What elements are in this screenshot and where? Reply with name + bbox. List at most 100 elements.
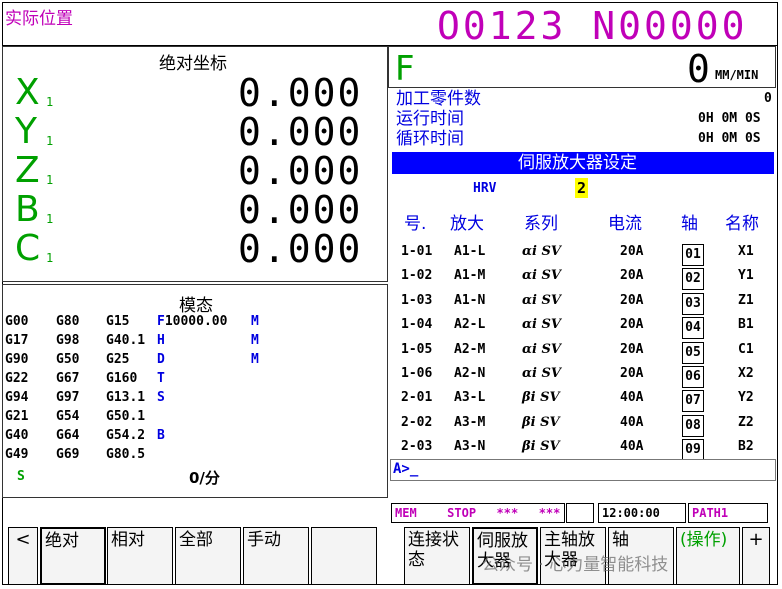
servo-axis-field[interactable]: 08: [682, 414, 704, 437]
servo-series: αi SV: [522, 268, 561, 284]
axis-row: Z 1 0.000: [15, 152, 385, 191]
servo-amp: A3-L: [454, 390, 486, 406]
servo-axis-field[interactable]: 04: [682, 317, 704, 340]
hrv-value[interactable]: 2: [575, 178, 588, 198]
run-time-label: 运行时间: [396, 109, 464, 129]
modal-cell: G98: [56, 333, 80, 348]
modal-cell: G67: [56, 371, 80, 386]
servo-axis-field[interactable]: 09: [682, 439, 704, 462]
servo-amp: A1-M: [454, 268, 486, 284]
softkey-handle[interactable]: 手动: [243, 527, 309, 585]
modal-cell: G40: [5, 428, 29, 443]
modal-row: G40 G64 G54.2 B: [3, 427, 383, 445]
col-series: 系列: [524, 214, 558, 234]
servo-axis-name: B2: [738, 439, 754, 455]
modal-cell: G90: [5, 352, 29, 367]
col-amp: 放大: [450, 214, 484, 234]
servo-series: αi SV: [522, 244, 561, 259]
axis-value: 0.000: [238, 110, 363, 154]
softkey-absolute[interactable]: 绝对: [40, 527, 106, 585]
modal-cell: G40.1: [106, 333, 146, 348]
input-line-box[interactable]: [390, 459, 776, 481]
softkey-operation[interactable]: (操作): [676, 527, 740, 585]
servo-axis-name: C1: [738, 341, 754, 357]
modal-f-value: 10000.00: [164, 314, 228, 329]
status-mode: MEM STOP *** ***: [391, 503, 565, 523]
modal-row: G90 G50 G25 D M: [3, 351, 383, 369]
abs-coord-panel: 绝对坐标 X 1 0.000 Y 1 0.000 Z 1 0.000 B 1 0.000 C 1 0.000: [2, 46, 388, 282]
axis-row: C 1 0.000: [15, 230, 385, 269]
servo-current: 20A: [620, 268, 644, 284]
servo-current: 20A: [620, 366, 644, 381]
servo-axis-field[interactable]: 01: [682, 244, 704, 266]
servo-row: 2-03 A3-N βi SV 40A 09 B2: [392, 435, 774, 462]
servo-axis-field[interactable]: 05: [682, 341, 704, 364]
feed-unit: MM/MIN: [715, 68, 759, 82]
modal-cell: G50: [56, 352, 80, 367]
softkey-blank[interactable]: [311, 527, 377, 585]
axis-subscript: 1: [46, 173, 54, 187]
axis-subscript: 1: [46, 134, 54, 148]
servo-row: 1-02 A1-M αi SV 20A 02 Y1: [392, 264, 774, 291]
modal-cell: D: [157, 352, 165, 367]
servo-row: 1-04 A2-L αi SV 20A 04 B1: [392, 313, 774, 340]
softkey-connection-status[interactable]: 连接状态: [404, 527, 470, 585]
axis-row: B 1 0.000: [15, 191, 385, 230]
spindle-s-label: S: [17, 469, 25, 484]
servo-axis-name: Y1: [738, 268, 754, 284]
parts-count-value: 0: [764, 91, 772, 106]
softkey-next[interactable]: +: [742, 527, 770, 585]
servo-title: 伺服放大器设定: [518, 153, 637, 173]
servo-axis-name: Z1: [738, 292, 754, 308]
modal-cell: B: [157, 428, 165, 443]
servo-axis-field[interactable]: 03: [682, 292, 704, 315]
status-time: 12:00:00: [598, 503, 686, 523]
servo-axis-field[interactable]: 06: [682, 366, 704, 388]
servo-row: 2-02 A3-M βi SV 40A 08 Z2: [392, 411, 774, 437]
modal-cell: F10000.00: [157, 313, 227, 331]
servo-series: βi SV: [522, 390, 560, 406]
modal-cell: G21: [5, 409, 29, 424]
modal-cell: M: [251, 352, 259, 367]
servo-axis-name: X1: [738, 244, 754, 259]
servo-current: 20A: [620, 244, 644, 259]
servo-axis-field[interactable]: 02: [682, 268, 704, 291]
servo-series: αi SV: [522, 341, 561, 357]
servo-amp: A2-M: [454, 341, 486, 357]
servo-no: 2-01: [401, 390, 433, 406]
modal-cell: T: [157, 371, 165, 386]
servo-current: 20A: [620, 292, 644, 308]
servo-series: αi SV: [522, 366, 561, 381]
modal-cell: G49: [5, 447, 29, 462]
status-state: STOP: [447, 506, 477, 520]
modal-cell: G22: [5, 371, 29, 386]
modal-cell: G80.5: [106, 447, 146, 462]
status-blank: [566, 503, 594, 523]
servo-amp: A2-N: [454, 366, 486, 381]
feed-panel: F 0 MM/MIN: [388, 46, 776, 91]
servo-row: 1-06 A2-N αi SV 20A 06 X2: [392, 362, 774, 388]
servo-row: 1-01 A1-L αi SV 20A 01 X1: [392, 240, 774, 266]
servo-series: βi SV: [522, 439, 560, 455]
modal-panel: 模态 G00 G80 G15 F10000.00 M G17 G98 G40.1 H M G90 G5…: [2, 284, 388, 498]
softkey-relative[interactable]: 相对: [107, 527, 173, 585]
modal-cell: G13.1: [106, 390, 146, 405]
softkey-prev[interactable]: <: [8, 527, 38, 585]
axis-row: Y 1 0.000: [15, 110, 385, 154]
spindle-s-value: 0/分: [189, 469, 220, 487]
servo-series: αi SV: [522, 292, 561, 308]
axis-value: 0.000: [238, 71, 363, 115]
servo-amp: A1-N: [454, 292, 486, 308]
modal-cell: M: [251, 333, 259, 348]
modal-cell: G54: [56, 409, 80, 424]
status-path: PATH1: [688, 503, 768, 523]
servo-no: 2-03: [401, 439, 433, 455]
modal-f-letter: F: [157, 314, 165, 329]
servo-axis-field[interactable]: 07: [682, 390, 704, 413]
servo-row: 1-03 A1-N αi SV 20A 03 Z1: [392, 289, 774, 315]
servo-amp: A1-L: [454, 244, 486, 259]
servo-current: 40A: [620, 439, 644, 455]
modal-cell: G54.2: [106, 428, 146, 443]
softkey-all[interactable]: 全部: [175, 527, 241, 585]
servo-axis-name: Z2: [738, 414, 754, 430]
